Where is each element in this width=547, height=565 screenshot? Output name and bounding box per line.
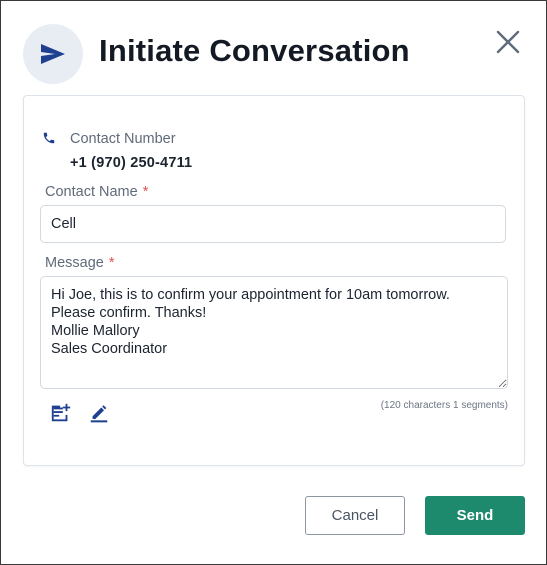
initiate-conversation-dialog: Initiate Conversation Contact Number +1 … <box>0 0 547 565</box>
send-button[interactable]: Send <box>425 496 525 535</box>
close-icon <box>496 30 520 54</box>
cancel-button[interactable]: Cancel <box>305 496 405 535</box>
header-icon-badge <box>23 24 83 84</box>
message-label-text: Message <box>45 255 104 271</box>
message-textarea[interactable]: Hi Joe, this is to confirm your appointm… <box>40 276 508 389</box>
required-marker: * <box>108 255 115 271</box>
phone-icon <box>43 132 55 144</box>
contact-name-label: Contact Name * <box>45 184 148 200</box>
conversation-form-card: Contact Number +1 (970) 250-4711 Contact… <box>23 95 525 466</box>
contact-name-input[interactable] <box>40 205 506 243</box>
contact-number-label: Contact Number <box>70 131 176 147</box>
dialog-title: Initiate Conversation <box>99 33 410 68</box>
message-label: Message * <box>45 255 115 271</box>
send-icon <box>41 44 65 64</box>
add-template-icon[interactable] <box>50 402 72 424</box>
required-marker: * <box>142 184 149 200</box>
contact-number-value: +1 (970) 250-4711 <box>70 155 193 171</box>
contact-name-label-text: Contact Name <box>45 184 138 200</box>
edit-signature-icon[interactable] <box>88 402 110 424</box>
character-count: (120 characters 1 segments) <box>380 400 508 411</box>
close-button[interactable] <box>495 29 521 55</box>
